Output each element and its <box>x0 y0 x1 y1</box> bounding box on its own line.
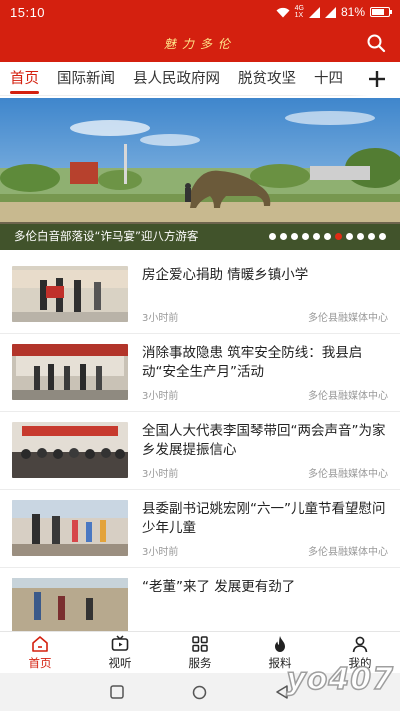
news-text: 县委副书记姚宏刚“六一”儿童节看望慰问少年儿童 3小时前 多伦县融媒体中心 <box>142 500 388 558</box>
carousel-dot[interactable] <box>313 232 320 240</box>
search-icon[interactable] <box>366 33 386 53</box>
news-source: 多伦县融媒体中心 <box>308 469 388 480</box>
carousel-dot[interactable] <box>291 232 298 240</box>
battery-level <box>372 9 384 15</box>
signal-icon-2 <box>324 6 336 18</box>
carousel-dot[interactable] <box>368 232 375 240</box>
news-source: 多伦县融媒体中心 <box>308 313 388 324</box>
news-title: 县委副书记姚宏刚“六一”儿童节看望慰问少年儿童 <box>142 501 386 536</box>
news-thumbnail <box>12 578 128 634</box>
news-item[interactable]: 房企爱心捐助 情暖乡镇小学 3小时前 多伦县融媒体中心 <box>0 256 400 334</box>
carousel-dot[interactable] <box>357 232 364 240</box>
news-time: 3小时前 <box>142 469 179 480</box>
nav-services[interactable]: 服务 <box>160 632 240 673</box>
app-logo: 魅力多伦 <box>163 36 236 51</box>
home-icon <box>32 636 48 652</box>
banner-carousel[interactable]: 多伦白音部落设“诈马宴”迎八方游客 <box>0 98 400 250</box>
tab-poverty-alleviation[interactable]: 脱贫攻坚 <box>228 62 304 96</box>
news-time: 3小时前 <box>142 313 179 324</box>
carousel-dot[interactable] <box>280 232 287 240</box>
carousel-dot-active[interactable] <box>335 232 342 240</box>
grid-icon <box>192 636 208 652</box>
news-item[interactable]: 县委副书记姚宏刚“六一”儿童节看望慰问少年儿童 3小时前 多伦县融媒体中心 <box>0 490 400 568</box>
news-text: 消除事故隐患 筑牢安全防线：我县启动“安全生产月”活动 3小时前 多伦县融媒体中… <box>142 344 388 402</box>
status-icons: 4G 1X 81% <box>276 5 392 19</box>
nav-home-label: 首页 <box>28 656 52 670</box>
carousel-indicator <box>269 232 386 240</box>
news-thumbnail <box>12 500 128 556</box>
carousel-dot[interactable] <box>302 232 309 240</box>
tab-county-government[interactable]: 县人民政府网 <box>123 62 228 96</box>
tv-icon <box>111 635 129 651</box>
news-meta: 3小时前 多伦县融媒体中心 <box>142 465 388 480</box>
news-list: 房企爱心捐助 情暖乡镇小学 3小时前 多伦县融媒体中心 消除事故隐患 筑牢安全防… <box>0 256 400 646</box>
news-meta: 3小时前 多伦县融媒体中心 <box>142 309 388 324</box>
channel-tabs: 首页 国际新闻 县人民政府网 脱贫攻坚 十四 <box>0 62 400 96</box>
app-header: 魅力多伦 <box>0 24 400 62</box>
status-bar: 15:10 4G 1X 81% <box>0 0 400 24</box>
wifi-icon <box>276 7 290 17</box>
add-tab-icon[interactable] <box>366 68 388 90</box>
news-thumbnail <box>12 422 128 478</box>
news-meta: 3小时前 多伦县融媒体中心 <box>142 543 388 558</box>
nav-services-label: 服务 <box>188 656 212 670</box>
news-text: 房企爱心捐助 情暖乡镇小学 3小时前 多伦县融媒体中心 <box>142 266 388 324</box>
carousel-dot[interactable] <box>324 232 331 240</box>
news-meta: 3小时前 多伦县融媒体中心 <box>142 387 388 402</box>
banner-caption: 多伦白音部落设“诈马宴”迎八方游客 <box>14 229 199 243</box>
carousel-dot[interactable] <box>269 232 276 240</box>
news-thumbnail <box>12 344 128 400</box>
flame-icon <box>275 636 285 652</box>
news-title: 消除事故隐患 筑牢安全防线：我县启动“安全生产月”活动 <box>142 345 363 380</box>
nav-video-label: 视听 <box>108 656 132 670</box>
status-time: 15:10 <box>10 4 46 20</box>
news-thumbnail <box>12 266 128 322</box>
battery-icon <box>370 7 392 17</box>
recent-apps-icon[interactable] <box>110 685 124 699</box>
news-source: 多伦县融媒体中心 <box>308 547 388 558</box>
news-title: 全国人大代表李国琴带回“两会声音”为家乡发展提振信心 <box>142 423 386 458</box>
network-label: 4G 1X <box>294 5 304 19</box>
site-watermark: yo407 <box>285 661 394 698</box>
tab-home[interactable]: 首页 <box>0 62 47 96</box>
news-time: 3小时前 <box>142 391 179 402</box>
nav-home[interactable]: 首页 <box>0 632 80 673</box>
news-text: 全国人大代表李国琴带回“两会声音”为家乡发展提振信心 3小时前 多伦县融媒体中心 <box>142 422 388 480</box>
home-circle-icon[interactable] <box>192 685 207 700</box>
news-text: “老董”来了 发展更有劲了 <box>142 578 388 636</box>
nav-video[interactable]: 视听 <box>80 632 160 673</box>
person-icon <box>352 636 368 653</box>
signal-icon <box>308 6 320 18</box>
tab-international-news[interactable]: 国际新闻 <box>47 62 123 96</box>
news-title: “老董”来了 发展更有劲了 <box>142 579 296 595</box>
news-item[interactable]: 消除事故隐患 筑牢安全防线：我县启动“安全生产月”活动 3小时前 多伦县融媒体中… <box>0 334 400 412</box>
banner-caption-bar: 多伦白音部落设“诈马宴”迎八方游客 <box>0 222 400 250</box>
news-title: 房企爱心捐助 情暖乡镇小学 <box>142 267 309 283</box>
carousel-dot[interactable] <box>379 232 386 240</box>
carousel-dot[interactable] <box>346 232 353 240</box>
news-item[interactable]: 全国人大代表李国琴带回“两会声音”为家乡发展提振信心 3小时前 多伦县融媒体中心 <box>0 412 400 490</box>
tab-fourteenth[interactable]: 十四 <box>304 62 351 96</box>
battery-percent: 81% <box>340 5 365 19</box>
news-source: 多伦县融媒体中心 <box>308 391 388 402</box>
news-time: 3小时前 <box>142 547 179 558</box>
